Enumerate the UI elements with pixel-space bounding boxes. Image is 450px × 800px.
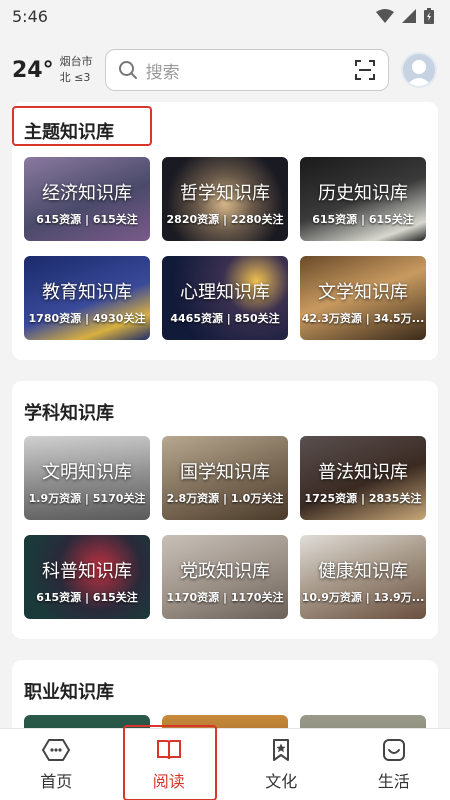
card-stats: 1.9万资源 | 5170关注 bbox=[28, 492, 146, 505]
card-name: 心理知识库 bbox=[180, 282, 270, 303]
section-subject: 学科知识库 文明知识库 1.9万资源 | 5170关注 国学知识库 2.8万资源… bbox=[12, 381, 438, 639]
card-name: 经济知识库 bbox=[42, 183, 132, 204]
nav-label: 首页 bbox=[40, 771, 73, 791]
card-party[interactable]: 党政知识库 1170资源 | 1170关注 bbox=[162, 535, 288, 619]
card-name: 历史知识库 bbox=[318, 183, 408, 204]
card-name: 科普知识库 bbox=[42, 561, 132, 582]
card-name: 文明知识库 bbox=[42, 462, 132, 483]
card-stats: 615资源 | 615关注 bbox=[36, 591, 138, 604]
section-title: 学科知识库 bbox=[24, 403, 114, 424]
card-stats: 42.3万资源 | 34.5万... bbox=[301, 312, 425, 325]
card-name: 哲学知识库 bbox=[180, 183, 270, 204]
card-stats: 4465资源 | 850关注 bbox=[170, 312, 280, 325]
card-economy[interactable]: 经济知识库 615资源 | 615关注 bbox=[24, 157, 150, 241]
card-stats: 10.9万资源 | 13.9万... bbox=[301, 591, 425, 604]
home-icon bbox=[42, 738, 71, 761]
card-psychology[interactable]: 心理知识库 4465资源 | 850关注 bbox=[162, 256, 288, 340]
nav-life[interactable]: 生活 bbox=[338, 729, 450, 800]
card-name: 党政知识库 bbox=[180, 561, 270, 582]
card-guoxue[interactable]: 国学知识库 2.8万资源 | 1.0万关注 bbox=[162, 436, 288, 520]
nav-home[interactable]: 首页 bbox=[0, 729, 113, 800]
search-icon bbox=[118, 61, 137, 79]
card-education[interactable]: 教育知识库 1780资源 | 4930关注 bbox=[24, 256, 150, 340]
weather-city: 烟台市 bbox=[59, 55, 93, 68]
smile-icon bbox=[382, 738, 405, 761]
search-bar[interactable]: 搜索 bbox=[104, 49, 389, 91]
search-placeholder: 搜索 bbox=[145, 62, 180, 83]
card-philosophy[interactable]: 哲学知识库 2820资源 | 2280关注 bbox=[162, 157, 288, 241]
card-health[interactable]: 健康知识库 10.9万资源 | 13.9万... bbox=[300, 535, 426, 619]
card-stats: 1780资源 | 4930关注 bbox=[28, 312, 146, 325]
section-theme: 主题知识库 经济知识库 615资源 | 615关注 哲学知识库 2820资源 |… bbox=[12, 102, 438, 360]
card-name: 文学知识库 bbox=[318, 282, 408, 303]
scan-icon[interactable] bbox=[354, 59, 376, 81]
wifi-icon bbox=[376, 9, 394, 23]
card-history[interactable]: 历史知识库 615资源 | 615关注 bbox=[300, 157, 426, 241]
card-name: 国学知识库 bbox=[180, 462, 270, 483]
card-civilization[interactable]: 文明知识库 1.9万资源 | 5170关注 bbox=[24, 436, 150, 520]
status-bar: 5:46 bbox=[0, 0, 450, 32]
card-stats: 1725资源 | 2835关注 bbox=[304, 492, 422, 505]
card-stats: 1170资源 | 1170关注 bbox=[166, 591, 284, 604]
card-name: 健康知识库 bbox=[318, 561, 408, 582]
weather-temperature: 24° bbox=[12, 57, 54, 83]
card-law[interactable]: 普法知识库 1725资源 | 2835关注 bbox=[300, 436, 426, 520]
nav-culture[interactable]: 文化 bbox=[225, 729, 338, 800]
highlight-box bbox=[12, 106, 152, 146]
user-icon bbox=[405, 60, 432, 86]
card-stats: 2820资源 | 2280关注 bbox=[166, 213, 284, 226]
top-header: 24° 烟台市 北 ≤3 搜索 bbox=[0, 40, 450, 100]
weather-location: 烟台市 北 ≤3 bbox=[60, 54, 93, 86]
card-literature[interactable]: 文学知识库 42.3万资源 | 34.5万... bbox=[300, 256, 426, 340]
signal-icon bbox=[402, 9, 416, 23]
star-icon bbox=[273, 738, 290, 761]
status-time: 5:46 bbox=[12, 6, 48, 26]
nav-read[interactable]: 阅读 bbox=[113, 725, 226, 800]
card-science[interactable]: 科普知识库 615资源 | 615关注 bbox=[24, 535, 150, 619]
card-name: 普法知识库 bbox=[318, 462, 408, 483]
avatar[interactable] bbox=[400, 52, 437, 88]
card-stats: 615资源 | 615关注 bbox=[312, 213, 414, 226]
highlight-box bbox=[122, 725, 217, 800]
status-icons bbox=[376, 8, 434, 24]
card-stats: 2.8万资源 | 1.0万关注 bbox=[166, 492, 284, 505]
nav-label: 文化 bbox=[265, 771, 298, 791]
section-title: 职业知识库 bbox=[24, 682, 114, 703]
card-stats: 615资源 | 615关注 bbox=[36, 213, 138, 226]
weather-wind: 北 ≤3 bbox=[59, 71, 91, 84]
battery-icon bbox=[424, 8, 434, 24]
bottom-nav: 首页 阅读 文化 生活 bbox=[0, 725, 450, 800]
card-name: 教育知识库 bbox=[42, 282, 132, 303]
nav-label: 生活 bbox=[377, 771, 410, 791]
